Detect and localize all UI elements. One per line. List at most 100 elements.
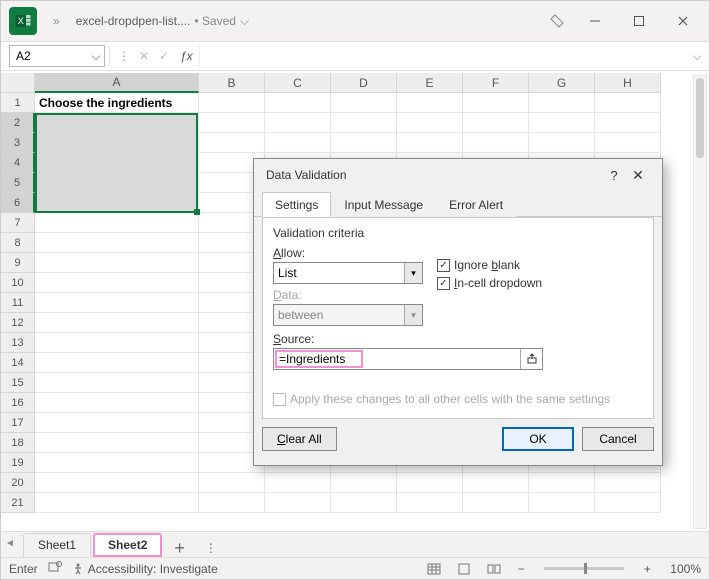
cell[interactable] [199,133,265,153]
cell[interactable] [35,113,199,133]
column-header[interactable]: E [397,73,463,93]
ok-button[interactable]: OK [502,427,574,451]
dialog-titlebar[interactable]: Data Validation ? ✕ [254,159,662,191]
column-header[interactable]: B [199,73,265,93]
cell[interactable] [35,273,199,293]
column-header[interactable]: A [35,73,199,93]
row-header[interactable]: 11 [1,293,35,313]
cell[interactable] [463,473,529,493]
name-box[interactable]: A2 ⌵ [9,45,105,67]
source-input[interactable] [275,350,363,368]
cell[interactable] [199,473,265,493]
row-header[interactable]: 20 [1,473,35,493]
cell[interactable] [35,173,199,193]
quick-action-icon[interactable] [541,5,573,37]
cell[interactable] [529,133,595,153]
expand-formula-icon[interactable]: ⌵ [691,49,709,64]
cell[interactable] [331,133,397,153]
sheet-tab[interactable]: Sheet1 [23,533,91,557]
sheet-menu-button[interactable]: ⋮ [195,539,227,557]
sheet-tab[interactable]: Sheet2 [93,533,162,557]
row-header[interactable]: 3 [1,133,35,153]
cell[interactable] [331,473,397,493]
cell[interactable] [199,113,265,133]
zoom-level[interactable]: 100% [670,562,701,576]
row-header[interactable]: 5 [1,173,35,193]
tab-input-message[interactable]: Input Message [331,192,436,217]
clear-all-button[interactable]: Clear All [262,427,337,451]
normal-view-icon[interactable] [424,561,444,577]
cell[interactable] [35,193,199,213]
cell[interactable] [595,133,661,153]
page-layout-view-icon[interactable] [454,561,474,577]
cell[interactable] [199,93,265,113]
zoom-slider[interactable] [544,567,624,570]
cell[interactable] [463,113,529,133]
tab-error-alert[interactable]: Error Alert [436,192,516,217]
row-header[interactable]: 18 [1,433,35,453]
row-header[interactable]: 19 [1,453,35,473]
scrollbar-thumb[interactable] [696,78,704,158]
fx-label[interactable]: ƒx [174,49,199,63]
cell[interactable] [529,473,595,493]
document-name[interactable]: excel-dropdpen-list.... [76,14,191,28]
cell[interactable] [35,353,199,373]
maximize-button[interactable] [617,5,661,37]
chevron-down-icon[interactable]: ⌵ [240,14,249,29]
dialog-close-button[interactable]: ✕ [626,167,650,184]
close-button[interactable] [661,5,705,37]
row-header[interactable]: 9 [1,253,35,273]
incell-dropdown-checkbox[interactable]: ✓ In-cell dropdown [437,276,542,290]
cell[interactable] [35,473,199,493]
row-header[interactable]: 17 [1,413,35,433]
cell[interactable] [265,93,331,113]
help-button[interactable]: ? [602,168,626,183]
enter-formula-icon[interactable]: ✓ [154,49,174,63]
tab-settings[interactable]: Settings [262,192,331,217]
cell[interactable] [265,493,331,513]
row-header[interactable]: 15 [1,373,35,393]
cell[interactable] [35,213,199,233]
cell[interactable] [397,473,463,493]
cell[interactable] [463,493,529,513]
cell[interactable] [463,133,529,153]
cell[interactable] [265,133,331,153]
cell[interactable] [35,333,199,353]
column-header[interactable]: C [265,73,331,93]
row-header[interactable]: 6 [1,193,35,213]
cell[interactable] [463,93,529,113]
ignore-blank-checkbox[interactable]: ✓ Ignore blank [437,258,542,272]
cell[interactable] [35,293,199,313]
row-header[interactable]: 2 [1,113,35,133]
cell[interactable] [397,93,463,113]
macro-record-icon[interactable] [48,560,62,577]
cell[interactable] [35,453,199,473]
column-header[interactable]: G [529,73,595,93]
allow-combo[interactable]: List ▾ [273,262,423,284]
column-header[interactable]: D [331,73,397,93]
chevron-down-icon[interactable]: ⌵ [88,49,104,64]
row-header[interactable]: 10 [1,273,35,293]
excel-app-icon[interactable]: X [9,7,37,35]
minimize-button[interactable] [573,5,617,37]
cell[interactable] [595,113,661,133]
cell[interactable] [35,133,199,153]
cell[interactable] [595,473,661,493]
page-break-view-icon[interactable] [484,561,504,577]
cell[interactable] [35,413,199,433]
zoom-out-button[interactable]: − [514,562,528,576]
cell[interactable] [35,433,199,453]
row-header[interactable]: 7 [1,213,35,233]
tab-scroll-left-icon[interactable]: ◄ [5,538,17,549]
cell[interactable] [35,493,199,513]
cancel-formula-icon[interactable]: ✕ [134,49,154,63]
column-header[interactable]: H [595,73,661,93]
accessibility-button[interactable]: Accessibility: Investigate [72,562,218,576]
cancel-button[interactable]: Cancel [582,427,654,451]
cell[interactable] [397,113,463,133]
vertical-scrollbar[interactable] [693,75,707,529]
cell[interactable] [529,493,595,513]
cell[interactable] [595,493,661,513]
row-header[interactable]: 21 [1,493,35,513]
cell[interactable] [199,493,265,513]
